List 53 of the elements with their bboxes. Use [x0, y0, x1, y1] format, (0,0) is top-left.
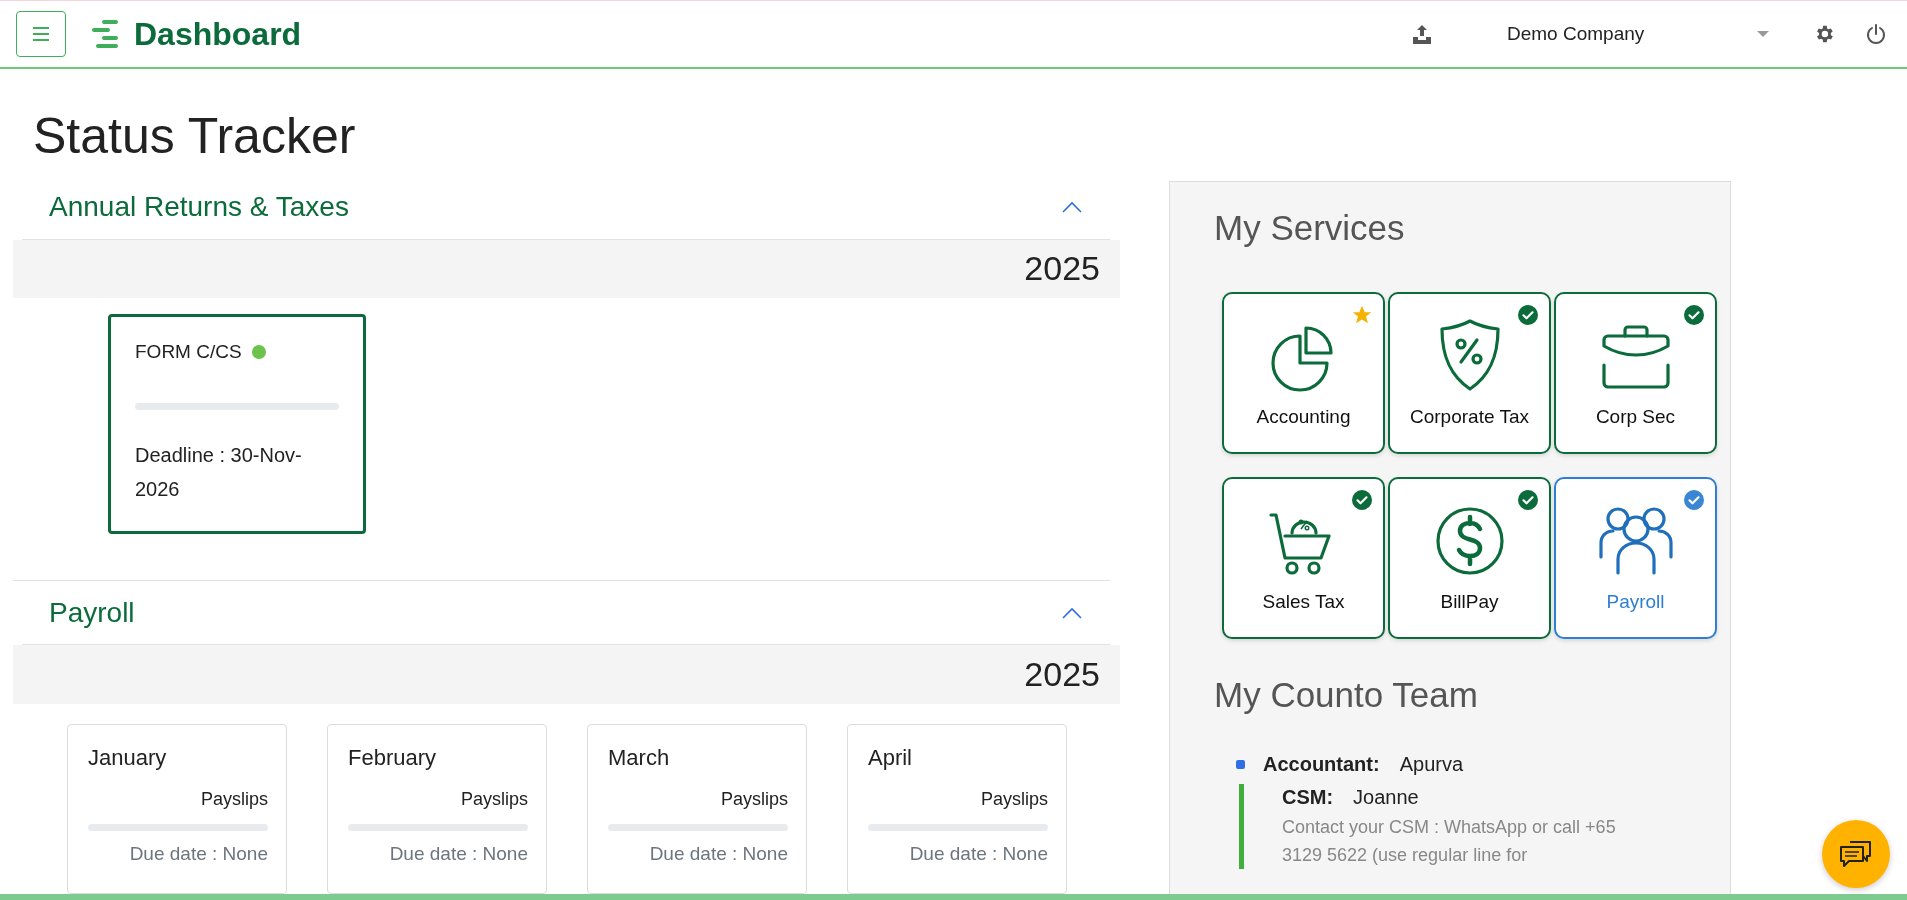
- service-tile[interactable]: Payroll: [1554, 477, 1717, 639]
- contact-note: Contact your CSM : WhatsApp or call +65 3129 5622 (use regular line for: [1282, 816, 1617, 867]
- month-name: March: [608, 745, 671, 771]
- month-card[interactable]: April Payslips Due date : None: [847, 724, 1067, 894]
- service-tile[interactable]: BillPay: [1388, 477, 1551, 639]
- member-name: Apurva: [1399, 753, 1464, 776]
- month-name: April: [868, 745, 913, 771]
- service-tile[interactable]: Sales Tax: [1222, 477, 1385, 639]
- due-date-text: Due date : None: [909, 843, 1048, 865]
- power-icon: [1865, 23, 1887, 45]
- role-label: CSM:: [1282, 786, 1334, 809]
- due-date-text: Due date : None: [129, 843, 268, 865]
- due-date-text: Due date : None: [649, 843, 788, 865]
- year-label: 2025: [1024, 655, 1100, 694]
- service-tile[interactable]: Corp Sec: [1554, 292, 1717, 454]
- role-label: Accountant:: [1263, 753, 1380, 776]
- month-name: January: [88, 745, 168, 771]
- member-name: Joanne: [1353, 786, 1419, 809]
- dollar-coin-icon: [1433, 505, 1506, 577]
- month-card[interactable]: March Payslips Due date : None: [587, 724, 807, 894]
- menu-icon: [32, 27, 50, 41]
- section-title: Payroll: [49, 596, 135, 629]
- panel-title: My Counto Team: [1214, 675, 1479, 715]
- menu-button[interactable]: [16, 11, 66, 57]
- month-name: February: [348, 745, 438, 771]
- task-label: Payslips: [200, 789, 268, 810]
- due-date-text: Due date : None: [389, 843, 528, 865]
- chevron-up-icon: [1062, 606, 1082, 619]
- panel-title: My Services: [1214, 208, 1406, 248]
- chat-icon: [1838, 838, 1874, 870]
- company-selector[interactable]: Demo Company: [1507, 23, 1757, 45]
- shield-percent-icon: [1438, 318, 1501, 392]
- month-card[interactable]: February Payslips Due date : None: [327, 724, 547, 894]
- people-group-icon: [1597, 505, 1674, 577]
- service-tile[interactable]: Accounting: [1222, 292, 1385, 454]
- chat-button[interactable]: [1822, 820, 1890, 888]
- form-card[interactable]: FORM C/CS Deadline : 30-Nov-2026: [108, 314, 366, 535]
- brand-title: Dashboard: [134, 15, 302, 53]
- chevron-up-icon: [1062, 201, 1082, 214]
- form-name: FORM C/CS: [135, 341, 242, 364]
- section-title: Annual Returns & Taxes: [49, 191, 349, 224]
- caret-icon[interactable]: [1757, 30, 1769, 38]
- deadline-text: Deadline : 30-Nov-2026: [135, 443, 303, 503]
- collapse-toggle[interactable]: [1062, 606, 1082, 619]
- task-label: Payslips: [460, 789, 528, 810]
- service-tile[interactable]: Corporate Tax: [1388, 292, 1551, 454]
- task-label: Payslips: [980, 789, 1048, 810]
- month-card[interactable]: January Payslips Due date : None: [67, 724, 287, 894]
- year-label: 2025: [1024, 249, 1100, 289]
- task-label: Payslips: [720, 789, 788, 810]
- upload-icon: [1411, 23, 1433, 45]
- collapse-toggle[interactable]: [1062, 201, 1082, 214]
- page-title: Status Tracker: [33, 107, 357, 166]
